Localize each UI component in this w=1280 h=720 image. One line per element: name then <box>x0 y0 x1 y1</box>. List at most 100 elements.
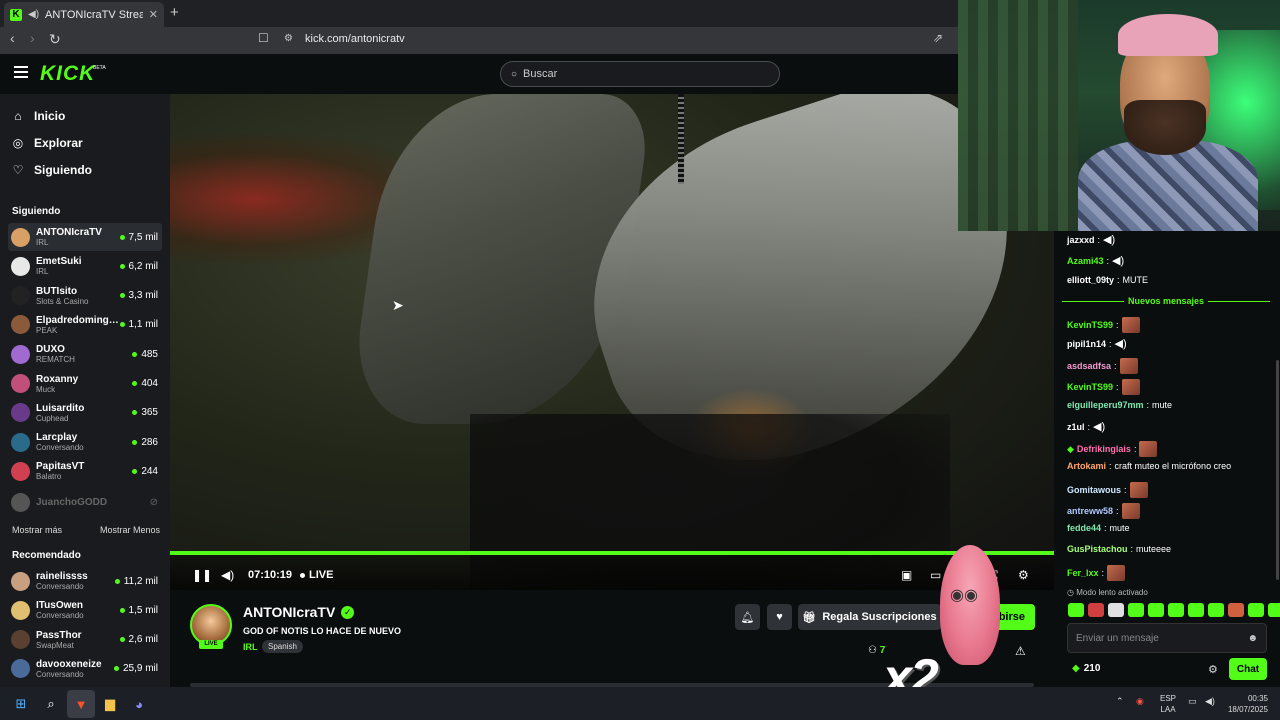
chat-message[interactable]: Fer_lxx: <box>1067 565 1126 581</box>
chat-message[interactable]: ◆ Defrikinglais: <box>1067 441 1158 457</box>
nav-explore[interactable]: ◎ Explorar <box>12 136 83 150</box>
emote-icon[interactable] <box>1188 603 1204 617</box>
chat-username[interactable]: elguilleperu97mm <box>1067 400 1144 410</box>
emote-icon[interactable] <box>1148 603 1164 617</box>
search-input[interactable]: ○ Buscar <box>500 61 780 87</box>
chat-message[interactable]: Azami43: ◀) <box>1067 254 1124 267</box>
new-messages-divider[interactable]: Nuevos mensajes <box>1062 295 1271 307</box>
menu-icon[interactable] <box>14 66 28 78</box>
forward-icon[interactable]: › <box>30 30 35 46</box>
chat-message[interactable]: z1ul: ◀) <box>1067 420 1105 433</box>
sidebar-channel[interactable]: Roxanny Muck 404 <box>8 370 162 398</box>
nav-home[interactable]: ⌂ Inicio <box>12 109 65 123</box>
sidebar-channel[interactable]: PassThor SwapMeat 2,6 mil <box>8 626 162 654</box>
chat-username[interactable]: Defrikinglais <box>1077 444 1131 454</box>
report-warning-icon[interactable]: ⚠ <box>1015 644 1026 658</box>
chat-message[interactable]: antreww58: <box>1067 503 1140 519</box>
discord-icon[interactable]: ◕ <box>128 693 150 715</box>
chat-message[interactable]: asdsadfsa: <box>1067 358 1138 374</box>
chat-username[interactable]: Artokami <box>1067 461 1106 471</box>
chat-message[interactable]: KevinTS99: <box>1067 317 1140 333</box>
brave-browser-icon[interactable]: ▼ <box>70 693 92 715</box>
chat-username[interactable]: KevinTS99 <box>1067 320 1113 330</box>
chat-send-button[interactable]: Chat <box>1229 658 1267 680</box>
pip-icon[interactable]: ▣ <box>901 568 912 582</box>
chat-message[interactable]: elliott_09ty: MUTE <box>1067 275 1148 285</box>
emote-icon[interactable] <box>1128 603 1144 617</box>
show-more-button[interactable]: Mostrar más <box>12 525 62 535</box>
chat-message[interactable]: pipil1n14: ◀) <box>1067 337 1127 350</box>
sidebar-channel[interactable]: DUXO REMATCH 485 <box>8 340 162 368</box>
show-less-button[interactable]: Mostrar Menos <box>100 525 160 535</box>
share-icon[interactable]: ⇗ <box>933 31 943 45</box>
streamer-name[interactable]: ANTONIcraTV ✓ <box>243 604 355 620</box>
emote-icon[interactable] <box>1068 603 1084 617</box>
chat-scrollbar[interactable] <box>1276 360 1279 580</box>
speaker-volume-icon[interactable]: ◀) <box>1205 696 1215 707</box>
chat-username[interactable]: antreww58 <box>1067 506 1113 516</box>
chat-message[interactable]: fedde44: mute <box>1067 523 1130 533</box>
emoji-icon[interactable]: ☻ <box>1247 633 1258 644</box>
chat-message[interactable]: Gomitawous: <box>1067 482 1148 498</box>
emote-icon[interactable] <box>1268 603 1280 617</box>
back-icon[interactable]: ‹ <box>10 30 15 46</box>
settings-gear-icon[interactable]: ⚙ <box>1018 568 1029 582</box>
sidebar-channel[interactable]: Luisardito Cuphead 365 <box>8 399 162 427</box>
chat-username[interactable]: Gomitawous <box>1067 485 1121 495</box>
emote-icon[interactable] <box>1088 603 1104 617</box>
sidebar-channel[interactable]: davooxeneize Conversando 25,9 mil <box>8 655 162 683</box>
sidebar-channel[interactable]: BUTIsito Slots & Casino 3,3 mil <box>8 282 162 310</box>
emote-icon[interactable] <box>1228 603 1244 617</box>
chat-username[interactable]: Azami43 <box>1067 256 1104 266</box>
stream-language-tag[interactable]: Spanish <box>262 640 303 653</box>
windows-start-icon[interactable]: ⊞ <box>10 693 32 715</box>
taskbar-search-icon[interactable]: ⌕ <box>40 693 62 715</box>
chat-username[interactable]: Fer_lxx <box>1067 568 1099 578</box>
emote-icon[interactable] <box>1108 603 1124 617</box>
close-tab-icon[interactable]: ✕ <box>149 8 158 21</box>
live-indicator[interactable]: LIVE <box>300 569 333 581</box>
speaker-icon[interactable]: ◀) <box>28 9 39 20</box>
sidebar-channel[interactable]: PapitasVT Balatro 244 <box>8 457 162 485</box>
video-player[interactable] <box>170 94 1054 590</box>
new-tab-button[interactable]: + <box>170 4 179 21</box>
volume-icon[interactable]: ◀) <box>221 568 234 582</box>
site-info-icon[interactable]: ⚙ <box>284 33 293 44</box>
network-icon[interactable]: ▭ <box>1188 696 1197 707</box>
stream-category[interactable]: IRL <box>243 642 258 652</box>
chat-username[interactable]: asdsadfsa <box>1067 361 1111 371</box>
theater-mode-icon[interactable]: ▭ <box>930 568 941 582</box>
language-indicator[interactable]: ESP LAA <box>1160 693 1176 715</box>
chat-message[interactable]: Artokami: craft muteo el micrófono creo <box>1067 461 1231 471</box>
gift-subs-button[interactable]: 🎁︎ Regala Suscripciones <box>798 604 941 630</box>
sidebar-channel[interactable]: ITusOwen Conversando 1,5 mil <box>8 596 162 624</box>
sidebar-channel[interactable]: rainelissss Conversando 11,2 mil <box>8 567 162 595</box>
bookmark-icon[interactable]: ☐ <box>258 31 269 45</box>
sidebar-channel-offline[interactable]: JuanchoGODD ⊘ <box>8 488 162 516</box>
chat-username[interactable]: elliott_09ty <box>1067 275 1114 285</box>
reload-icon[interactable]: ↻ <box>49 31 61 48</box>
kick-logo[interactable]: KICK <box>40 62 95 86</box>
chat-username[interactable]: fedde44 <box>1067 523 1101 533</box>
browser-tab[interactable]: K ◀) ANTONIcraTV Stream - Watc ✕ <box>4 2 164 27</box>
chat-username[interactable]: pipil1n14 <box>1067 339 1106 349</box>
file-explorer-icon[interactable]: ▆ <box>99 693 121 715</box>
sidebar-channel[interactable]: Larcplay Conversando 286 <box>8 428 162 456</box>
chat-message[interactable]: GusPistachou: muteeee <box>1067 544 1171 554</box>
chat-username[interactable]: KevinTS99 <box>1067 382 1113 392</box>
emote-icon[interactable] <box>1248 603 1264 617</box>
notification-bell-button[interactable]: 🔔︎ <box>735 604 760 630</box>
system-clock[interactable]: 00:35 18/07/2025 <box>1224 693 1268 715</box>
tray-app-icon[interactable]: ◉ <box>1136 696 1144 707</box>
chat-message[interactable]: elguilleperu97mm: mute <box>1067 400 1172 410</box>
chat-settings-icon[interactable]: ⚙ <box>1208 663 1218 676</box>
nav-following[interactable]: ♡ Siguiendo <box>12 163 92 177</box>
sidebar-channel[interactable]: ANTONIcraTV IRL 7,5 mil <box>8 223 162 251</box>
chat-message-input[interactable]: Enviar un mensaje ☻ <box>1067 623 1267 653</box>
chat-username[interactable]: GusPistachou <box>1067 544 1128 554</box>
chat-message[interactable]: jazxxd: ◀) <box>1067 233 1115 246</box>
pause-icon[interactable]: ❚❚ <box>192 568 212 582</box>
channel-points[interactable]: ◆ 210 <box>1072 663 1100 674</box>
chat-username[interactable]: z1ul <box>1067 422 1085 432</box>
sidebar-channel[interactable]: Elpadredomingo… PEAK 1,1 mil <box>8 311 162 339</box>
